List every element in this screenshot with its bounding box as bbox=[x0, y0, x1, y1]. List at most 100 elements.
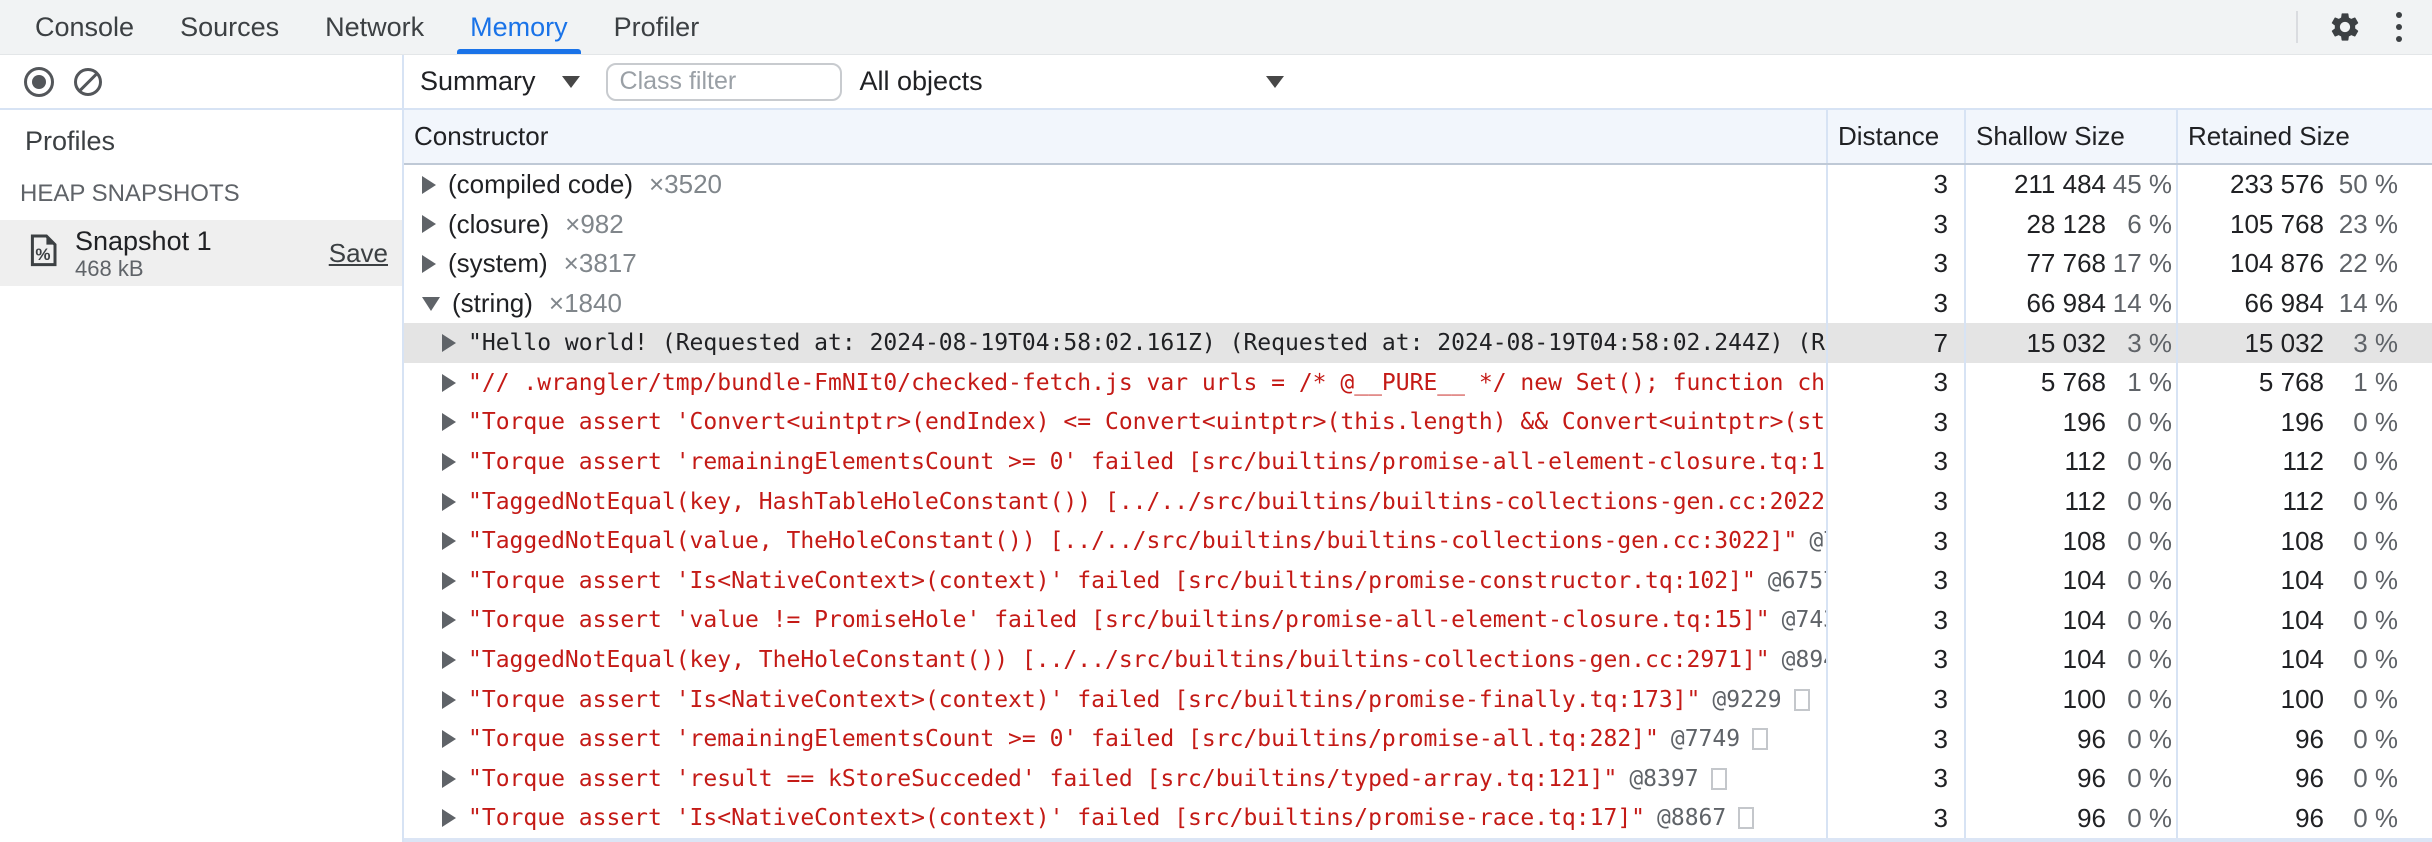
column-header-constructor[interactable]: Constructor bbox=[404, 110, 1828, 163]
disclosure-triangle-icon[interactable] bbox=[422, 297, 440, 311]
shallow-size-value: 5 768 bbox=[1966, 367, 2106, 398]
disclosure-triangle-icon[interactable] bbox=[442, 374, 456, 392]
disclosure-triangle-icon[interactable] bbox=[442, 334, 456, 352]
disclosure-triangle-icon[interactable] bbox=[442, 572, 456, 590]
table-row[interactable]: "Torque assert 'Is<NativeContext>(contex… bbox=[404, 680, 2432, 720]
table-row[interactable]: "TaggedNotEqual(key, HashTableHoleConsta… bbox=[404, 482, 2432, 522]
constructor-cell: "Hello world! (Requested at: 2024-08-19T… bbox=[404, 323, 1828, 363]
distance-cell: 3 bbox=[1828, 601, 1966, 641]
gear-icon[interactable] bbox=[2328, 10, 2362, 44]
retained-size-percent: 1 % bbox=[2324, 367, 2432, 398]
disclosure-triangle-icon[interactable] bbox=[442, 809, 456, 827]
record-heap-snapshot-icon[interactable] bbox=[24, 67, 54, 97]
table-row[interactable]: (string)×1840366 98414 %66 98414 % bbox=[404, 284, 2432, 324]
table-row[interactable]: "TaggedNotEqual(key, TheHoleConstant()) … bbox=[404, 640, 2432, 680]
disclosure-triangle-icon[interactable] bbox=[422, 176, 436, 194]
object-box-icon bbox=[1711, 768, 1727, 790]
distance-value: 3 bbox=[1934, 486, 1948, 517]
retained-size-cell: 233 57650 % bbox=[2178, 165, 2432, 205]
class-filter-input[interactable] bbox=[606, 63, 842, 101]
shallow-size-value: 108 bbox=[1966, 526, 2106, 557]
disclosure-triangle-icon[interactable] bbox=[422, 215, 436, 233]
tabbar-divider bbox=[2296, 11, 2298, 43]
table-row[interactable]: "Torque assert 'Is<NativeContext>(contex… bbox=[404, 561, 2432, 601]
table-row[interactable]: "// .wrangler/tmp/bundle-FmNIt0/checked-… bbox=[404, 363, 2432, 403]
string-value: "Torque assert 'result == kStoreSucceded… bbox=[468, 766, 1617, 792]
object-id: @8867 bbox=[1657, 805, 1726, 831]
tab-network[interactable]: Network bbox=[312, 0, 437, 54]
column-header-distance[interactable]: Distance bbox=[1828, 110, 1966, 163]
table-row[interactable]: (system)×3817377 76817 %104 87622 % bbox=[404, 244, 2432, 284]
retained-size-cell: 5 7681 % bbox=[2178, 363, 2432, 403]
retained-size-cell: 1080 % bbox=[2178, 521, 2432, 561]
object-box-icon bbox=[1752, 728, 1768, 750]
table-row[interactable]: "Hello world! (Requested at: 2024-08-19T… bbox=[404, 323, 2432, 363]
constructor-cell: (string)×1840 bbox=[404, 284, 1828, 324]
table-row[interactable]: "Torque assert 'remainingElementsCount >… bbox=[404, 442, 2432, 482]
table-row[interactable]: "Torque assert 'result == kStoreSucceded… bbox=[404, 759, 2432, 799]
table-row[interactable]: (closure)×982328 1286 %105 76823 % bbox=[404, 205, 2432, 245]
table-row[interactable]: "Torque assert 'Convert<uintptr>(endInde… bbox=[404, 403, 2432, 443]
devtools-tabbar: Console Sources Network Memory Profiler bbox=[0, 0, 2432, 55]
retained-size-percent: 0 % bbox=[2324, 803, 2432, 834]
table-row[interactable]: "Torque assert 'value != PromiseHole' fa… bbox=[404, 601, 2432, 641]
retained-size-percent: 0 % bbox=[2324, 644, 2432, 675]
retained-size-value: 105 768 bbox=[2178, 209, 2324, 240]
shallow-size-value: 104 bbox=[1966, 565, 2106, 596]
tab-memory[interactable]: Memory bbox=[457, 0, 581, 54]
table-row[interactable]: "Torque assert 'remainingElementsCount >… bbox=[404, 719, 2432, 759]
disclosure-triangle-icon[interactable] bbox=[442, 651, 456, 669]
shallow-size-value: 96 bbox=[1966, 803, 2106, 834]
object-scope-select[interactable]: All objects bbox=[860, 66, 1288, 97]
shallow-size-value: 100 bbox=[1966, 684, 2106, 715]
table-row[interactable]: "TaggedNotEqual(value, TheHoleConstant()… bbox=[404, 521, 2432, 561]
table-row[interactable]: "Torque assert 'Is<NativeContext>(contex… bbox=[404, 799, 2432, 839]
distance-value: 3 bbox=[1934, 209, 1948, 240]
disclosure-triangle-icon[interactable] bbox=[442, 691, 456, 709]
snapshot-save-link[interactable]: Save bbox=[329, 238, 388, 269]
kebab-menu-icon[interactable] bbox=[2392, 8, 2406, 46]
retained-size-value: 233 576 bbox=[2178, 169, 2324, 200]
shallow-size-value: 211 484 bbox=[1966, 169, 2106, 200]
clear-profiles-icon[interactable] bbox=[74, 68, 102, 96]
shallow-size-cell: 1080 % bbox=[1966, 521, 2178, 561]
disclosure-triangle-icon[interactable] bbox=[442, 532, 456, 550]
disclosure-triangle-icon[interactable] bbox=[442, 493, 456, 511]
profiles-toolbar bbox=[0, 55, 402, 110]
shallow-size-value: 15 032 bbox=[1966, 328, 2106, 359]
disclosure-triangle-icon[interactable] bbox=[442, 453, 456, 471]
tab-sources[interactable]: Sources bbox=[167, 0, 292, 54]
retained-size-value: 96 bbox=[2178, 763, 2324, 794]
distance-cell: 3 bbox=[1828, 719, 1966, 759]
sidebar-item-snapshot-1[interactable]: % Snapshot 1 468 kB Save bbox=[0, 220, 402, 286]
snapshot-text: Snapshot 1 468 kB bbox=[75, 225, 212, 281]
retained-size-percent: 3 % bbox=[2324, 328, 2432, 359]
string-value: "TaggedNotEqual(key, TheHoleConstant()) … bbox=[468, 647, 1770, 673]
chevron-down-icon bbox=[562, 76, 580, 88]
disclosure-triangle-icon[interactable] bbox=[442, 611, 456, 629]
tab-console[interactable]: Console bbox=[22, 0, 147, 54]
shallow-size-percent: 1 % bbox=[2106, 367, 2176, 398]
retained-size-cell: 960 % bbox=[2178, 799, 2432, 839]
distance-value: 7 bbox=[1934, 328, 1948, 359]
disclosure-triangle-icon[interactable] bbox=[422, 255, 436, 273]
retained-size-percent: 0 % bbox=[2324, 605, 2432, 636]
profile-view-select[interactable]: Summary bbox=[420, 66, 580, 97]
disclosure-triangle-icon[interactable] bbox=[442, 413, 456, 431]
retained-size-percent: 14 % bbox=[2324, 288, 2432, 319]
shallow-size-cell: 1040 % bbox=[1966, 640, 2178, 680]
column-header-retained-size[interactable]: Retained Size bbox=[2178, 110, 2432, 163]
string-value: "Torque assert 'value != PromiseHole' fa… bbox=[468, 607, 1770, 633]
retained-size-cell: 960 % bbox=[2178, 719, 2432, 759]
object-id: @7437 bbox=[1782, 607, 1828, 633]
shallow-size-percent: 0 % bbox=[2106, 446, 2176, 477]
disclosure-triangle-icon[interactable] bbox=[442, 730, 456, 748]
shallow-size-percent: 0 % bbox=[2106, 644, 2176, 675]
retained-size-percent: 0 % bbox=[2324, 446, 2432, 477]
column-header-shallow-size[interactable]: Shallow Size bbox=[1966, 110, 2178, 163]
distance-cell: 3 bbox=[1828, 442, 1966, 482]
table-row[interactable]: (compiled code)×35203211 48445 %233 5765… bbox=[404, 165, 2432, 205]
distance-cell: 3 bbox=[1828, 363, 1966, 403]
tab-profiler[interactable]: Profiler bbox=[601, 0, 713, 54]
disclosure-triangle-icon[interactable] bbox=[442, 770, 456, 788]
